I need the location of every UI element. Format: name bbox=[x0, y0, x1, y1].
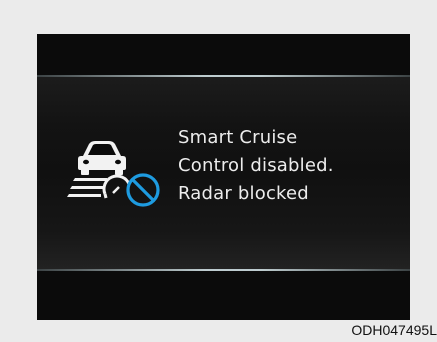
smart-cruise-radar-blocked-icon bbox=[67, 132, 165, 212]
message-line-2: Control disabled. bbox=[178, 155, 334, 176]
speedometer-icon bbox=[102, 174, 131, 199]
lane-lines-icon bbox=[67, 178, 107, 197]
message-line-1: Smart Cruise bbox=[178, 127, 298, 148]
figure-code: ODH047495L bbox=[351, 322, 437, 338]
prohibited-icon bbox=[126, 173, 160, 207]
bottom-divider bbox=[37, 269, 410, 271]
message-line-3: Radar blocked bbox=[178, 183, 309, 204]
status-message: Smart Cruise Control disabled. Radar blo… bbox=[178, 124, 334, 208]
cluster-display-screen: Smart Cruise Control disabled. Radar blo… bbox=[37, 34, 410, 320]
